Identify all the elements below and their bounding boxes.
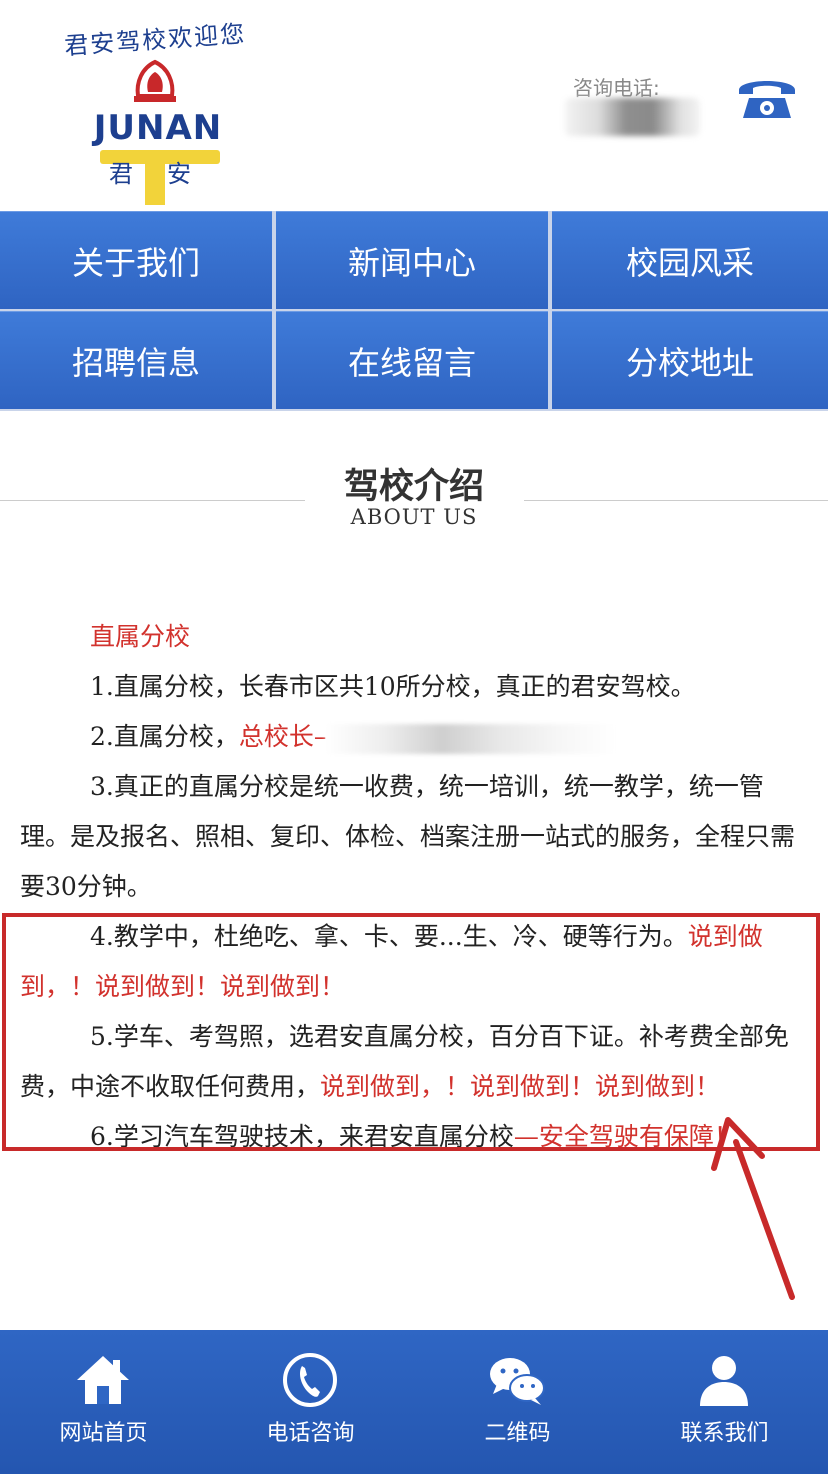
content-heading: 直属分校: [90, 622, 191, 651]
home-icon: [77, 1356, 129, 1404]
logo-name: JUNAN: [93, 108, 223, 148]
logo-emblem-icon: [134, 59, 176, 102]
section-title: 驾校介绍: [343, 467, 484, 507]
bottom-tab-bar: 网站首页 电话咨询 二维码 联系我们: [0, 1330, 828, 1474]
tab-phone[interactable]: 电话咨询: [207, 1330, 414, 1474]
nav-recruitment[interactable]: 招聘信息: [0, 311, 272, 409]
paragraph-1: 1.直属分校，长春市区共10所分校，真正的君安驾校。: [90, 672, 696, 701]
header: 君安驾校欢迎您 JUNAN 君安 咨询电话:: [0, 0, 828, 210]
nav-online-message[interactable]: 在线留言: [276, 311, 548, 409]
phone-number-masked: [565, 98, 700, 136]
paragraph-2-red: 总校长–: [238, 722, 327, 751]
user-icon: [700, 1356, 748, 1406]
telephone-icon[interactable]: [735, 72, 799, 122]
wechat-icon: [490, 1358, 545, 1405]
nav-grid: 关于我们 新闻中心 校园风采 招聘信息 在线留言 分校地址: [0, 211, 828, 411]
tab-phone-label: 电话咨询: [266, 1421, 355, 1446]
phone-icon: [283, 1353, 337, 1407]
phone-label: 咨询电话:: [573, 76, 660, 100]
paragraph-3: 3.真正的直属分校是统一收费，统一培训，统一教学，统一管理。是及报名、照相、复印…: [20, 772, 796, 901]
nav-branch-address[interactable]: 分校地址: [552, 311, 828, 409]
tab-contact[interactable]: 联系我们: [621, 1330, 828, 1474]
tab-contact-label: 联系我们: [680, 1421, 769, 1446]
tab-home-label: 网站首页: [59, 1421, 148, 1446]
highlight-box: [2, 913, 820, 1151]
tab-qrcode-label: 二维码: [484, 1421, 551, 1446]
logo-sub: 君安: [109, 160, 225, 188]
logo-arc-text: 君安驾校欢迎您: [63, 19, 247, 61]
tab-qrcode[interactable]: 二维码: [414, 1330, 621, 1474]
annotation-arrow-icon: [711, 1117, 795, 1300]
paragraph-2-text: 2.直属分校，: [90, 722, 239, 751]
logo[interactable]: 君安驾校欢迎您 JUNAN 君安: [60, 20, 250, 205]
nav-about-us[interactable]: 关于我们: [0, 211, 272, 309]
section-subtitle: ABOUT US: [350, 505, 478, 529]
masked-name: [326, 723, 617, 754]
tab-home[interactable]: 网站首页: [0, 1330, 207, 1474]
paragraph-2: 2.直属分校，总校长–: [20, 712, 810, 762]
nav-campus-style[interactable]: 校园风采: [552, 211, 828, 309]
nav-news-center[interactable]: 新闻中心: [276, 211, 548, 309]
